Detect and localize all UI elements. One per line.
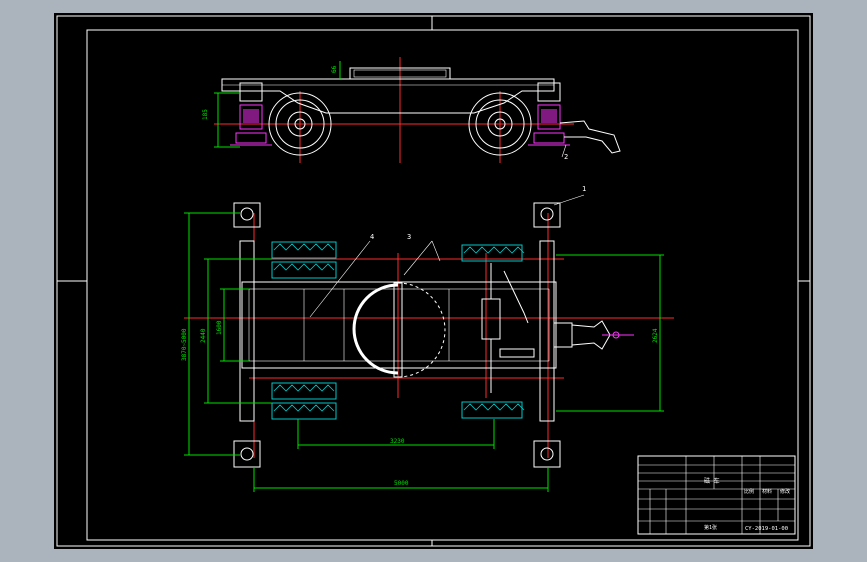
dim-side-top: 66 <box>331 65 338 73</box>
title-drawing-no: CY-2019-01-00 <box>745 526 788 532</box>
dim-overall-length: 5000 <box>394 480 409 487</box>
dim-right-height: 2624 <box>652 328 659 343</box>
dim-track-inner-a: 2440 <box>200 328 207 343</box>
dim-track-inner-b: 1600 <box>216 320 223 335</box>
balloon-2: 2 <box>564 153 568 161</box>
title-scale-label: 比例 <box>744 488 754 495</box>
balloon-3: 3 <box>407 233 411 241</box>
cad-viewport[interactable]: 185 66 2 3870~5000 2440 1600 3230 5000 2… <box>0 0 867 562</box>
balloon-1: 1 <box>582 185 586 193</box>
balloon-4: 4 <box>370 233 374 241</box>
outer-frame <box>56 15 811 547</box>
dim-track-vertical: 3870~5000 <box>181 328 188 361</box>
plan-view <box>184 194 674 492</box>
title-rev-label: 修改 <box>780 488 790 495</box>
title-block <box>637 455 796 535</box>
dim-side-height: 185 <box>202 109 209 120</box>
dim-wheelbase-inner: 3230 <box>390 438 405 445</box>
drawing-sheet: 185 66 2 3870~5000 2440 1600 3230 5000 2… <box>54 13 813 549</box>
title-material-label: 材料 <box>762 488 772 495</box>
side-view <box>214 57 621 163</box>
title-drawing-name: 磁 车 <box>704 477 720 485</box>
drawing-canvas: 185 66 2 3870~5000 2440 1600 3230 5000 2… <box>56 15 811 547</box>
title-sheet-label: 第1张 <box>704 524 717 531</box>
inner-frame <box>86 29 799 541</box>
